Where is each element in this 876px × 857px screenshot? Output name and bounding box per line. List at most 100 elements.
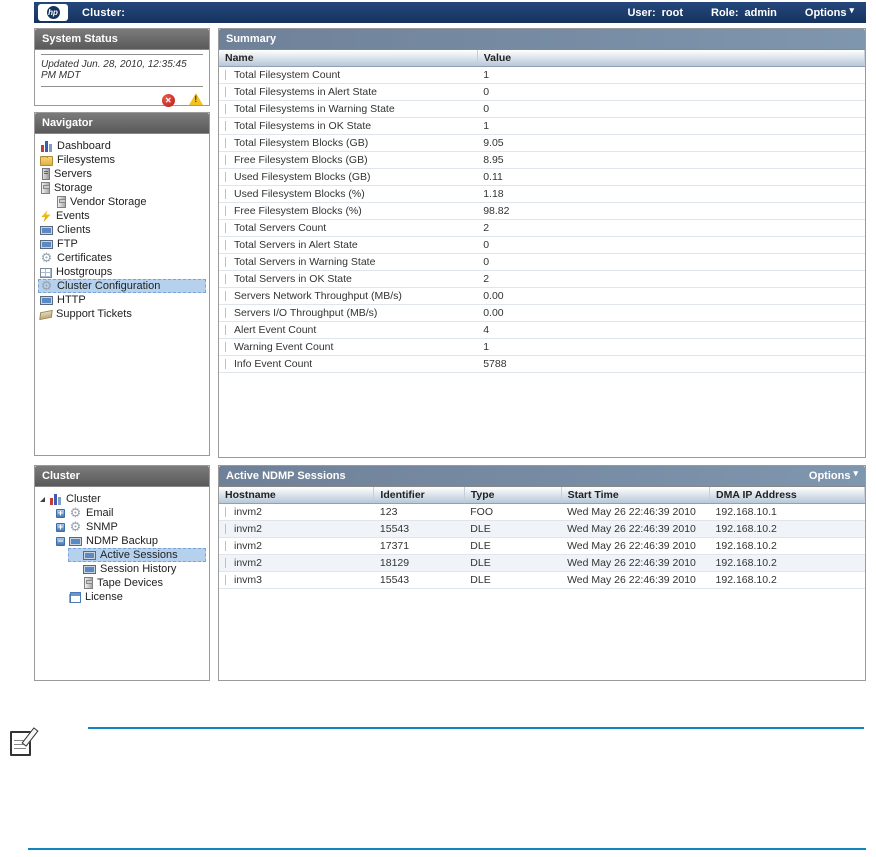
tree-item-session-history[interactable]: Session History — [68, 562, 206, 576]
table-cell: 8.95 — [477, 151, 865, 169]
error-icon: ✕ — [161, 94, 175, 107]
gear-icon — [40, 252, 53, 265]
options-menu[interactable]: Options ▾ — [805, 5, 854, 19]
tree-item-cluster[interactable]: Cluster — [38, 492, 206, 506]
tree-item-label: Active Sessions — [100, 549, 178, 561]
tree-item-email[interactable]: + Email — [54, 506, 206, 520]
column-header-name[interactable]: Name — [219, 50, 478, 67]
table-row[interactable]: invm2 17371 DLE Wed May 26 22:46:39 2010 192… — [219, 537, 865, 555]
book-icon — [70, 591, 81, 603]
tree-item-label: Email — [86, 507, 114, 519]
column-header-start-time[interactable]: Start Time — [561, 487, 711, 504]
table-cell: 5788 — [477, 355, 865, 373]
sidebar-item-label: Certificates — [57, 252, 113, 264]
tree-item-license[interactable]: License — [54, 590, 206, 604]
table-row[interactable]: Used Filesystem Blocks (GB) 0.11 — [219, 168, 865, 186]
table-row[interactable]: invm3 15543 DLE Wed May 26 22:46:39 2010 192… — [219, 571, 865, 589]
table-row[interactable]: Free Filesystem Blocks (GB) 8.95 — [219, 151, 865, 169]
sidebar-item-label: Dashboard — [57, 140, 111, 152]
sidebar-item-certificates[interactable]: Certificates — [38, 251, 206, 265]
table-cell: 2 — [477, 219, 865, 237]
grid-icon — [40, 267, 52, 278]
sidebar-item-servers[interactable]: Servers — [38, 167, 206, 181]
tree-plus-icon[interactable]: + — [56, 508, 65, 518]
sidebar-item-label: Cluster Configuration — [57, 280, 161, 292]
tree-item-active-sessions[interactable]: Active Sessions — [68, 548, 206, 562]
sidebar-item-cluster-configuration[interactable]: Cluster Configuration — [38, 279, 206, 293]
table-cell: 4 — [477, 321, 865, 339]
table-cell: invm2 — [219, 520, 374, 538]
table-cell: 1.18 — [477, 185, 865, 203]
table-cell: Total Servers Count — [219, 219, 478, 237]
ndmp-header: Active NDMP Sessions Options ▾ — [219, 466, 865, 487]
table-row[interactable]: Info Event Count 5788 — [219, 355, 865, 373]
table-cell: Warning Event Count — [219, 338, 478, 356]
warning-icon — [189, 93, 204, 105]
table-cell: 192.168.10.2 — [709, 520, 865, 538]
sidebar-item-http[interactable]: HTTP — [38, 293, 206, 307]
column-header-identifier[interactable]: Identifier — [373, 487, 465, 504]
table-row[interactable]: Total Filesystems in OK State 1 — [219, 117, 865, 135]
sidebar-item-ftp[interactable]: FTP — [38, 237, 206, 251]
sidebar-item-filesystems[interactable]: Filesystems — [38, 153, 206, 167]
summary-title: Summary — [226, 33, 277, 45]
table-row[interactable]: Servers I/O Throughput (MB/s) 0.00 — [219, 304, 865, 322]
table-row[interactable]: Warning Event Count 1 — [219, 338, 865, 356]
sidebar-item-dashboard[interactable]: Dashboard — [38, 139, 206, 153]
tree-item-snmp[interactable]: + SNMP — [54, 520, 206, 534]
tree-expanded-arrow-icon[interactable] — [40, 496, 45, 502]
table-row[interactable]: Total Filesystem Blocks (GB) 9.05 — [219, 134, 865, 152]
tree-item-label: Tape Devices — [97, 577, 164, 589]
summary-panel: Summary Name Value Total Filesystem Count… — [218, 28, 866, 458]
note-icon — [10, 731, 31, 756]
column-header-hostname[interactable]: Hostname — [219, 487, 375, 504]
table-row[interactable]: Total Servers Count 2 — [219, 219, 865, 237]
table-row[interactable]: invm2 123 FOO Wed May 26 22:46:39 2010 192.1… — [219, 503, 865, 521]
monitor-icon — [69, 537, 82, 546]
tree-item-ndmp-backup[interactable]: − NDMP Backup — [54, 534, 206, 548]
sidebar-item-vendor-storage[interactable]: Vendor Storage — [54, 195, 206, 209]
tree-plus-icon[interactable]: + — [56, 522, 65, 532]
navigator-panel: Navigator Dashboard Filesystems Servers Sto… — [34, 112, 210, 456]
table-row[interactable]: Total Filesystem Count 1 — [219, 66, 865, 84]
table-cell: 0 — [477, 253, 865, 271]
table-row[interactable]: Total Filesystems in Warning State 0 — [219, 100, 865, 118]
table-row[interactable]: Servers Network Throughput (MB/s) 0.00 — [219, 287, 865, 305]
tree-item-label: License — [85, 591, 123, 603]
sidebar-item-clients[interactable]: Clients — [38, 223, 206, 237]
table-row[interactable]: Used Filesystem Blocks (%) 1.18 — [219, 185, 865, 203]
storage-icon — [84, 577, 93, 589]
sidebar-item-support-tickets[interactable]: Support Tickets — [38, 307, 206, 321]
table-cell: 0 — [477, 236, 865, 254]
table-row[interactable]: Free Filesystem Blocks (%) 98.82 — [219, 202, 865, 220]
ndmp-sessions-panel: Active NDMP Sessions Options ▾ Hostname Id… — [218, 465, 866, 681]
tree-item-tape-devices[interactable]: Tape Devices — [68, 576, 206, 590]
summary-header: Summary — [219, 29, 865, 50]
table-cell: Info Event Count — [219, 355, 478, 373]
table-cell: 0.00 — [477, 304, 865, 322]
sidebar-item-storage[interactable]: Storage — [38, 181, 206, 195]
column-header-value[interactable]: Value — [477, 50, 866, 67]
table-row[interactable]: Total Servers in Alert State 0 — [219, 236, 865, 254]
ndmp-options-menu[interactable]: Options ▾ — [809, 466, 858, 486]
storage-icon — [41, 182, 50, 194]
monitor-icon — [40, 296, 53, 305]
table-row[interactable]: invm2 15543 DLE Wed May 26 22:46:39 2010 192… — [219, 520, 865, 538]
table-row[interactable]: Alert Event Count 4 — [219, 321, 865, 339]
tree-item-label: NDMP Backup — [86, 535, 158, 547]
column-header-dma-ip-address[interactable]: DMA IP Address — [709, 487, 865, 504]
table-row[interactable]: invm2 18129 DLE Wed May 26 22:46:39 2010 192… — [219, 554, 865, 572]
page: hp Cluster: User: root Role: admin Optio… — [0, 0, 876, 857]
navigator-header: Navigator — [35, 113, 209, 134]
table-row[interactable]: Total Servers in OK State 2 — [219, 270, 865, 288]
app-top-bar: hp Cluster: User: root Role: admin Optio… — [34, 2, 866, 23]
monitor-icon — [40, 240, 53, 249]
sidebar-item-events[interactable]: Events — [38, 209, 206, 223]
table-cell: 192.168.10.2 — [709, 571, 865, 589]
column-header-type[interactable]: Type — [464, 487, 562, 504]
sidebar-item-hostgroups[interactable]: Hostgroups — [38, 265, 206, 279]
table-row[interactable]: Total Filesystems in Alert State 0 — [219, 83, 865, 101]
table-cell: 98.82 — [477, 202, 865, 220]
table-row[interactable]: Total Servers in Warning State 0 — [219, 253, 865, 271]
tree-minus-icon[interactable]: − — [56, 536, 65, 546]
